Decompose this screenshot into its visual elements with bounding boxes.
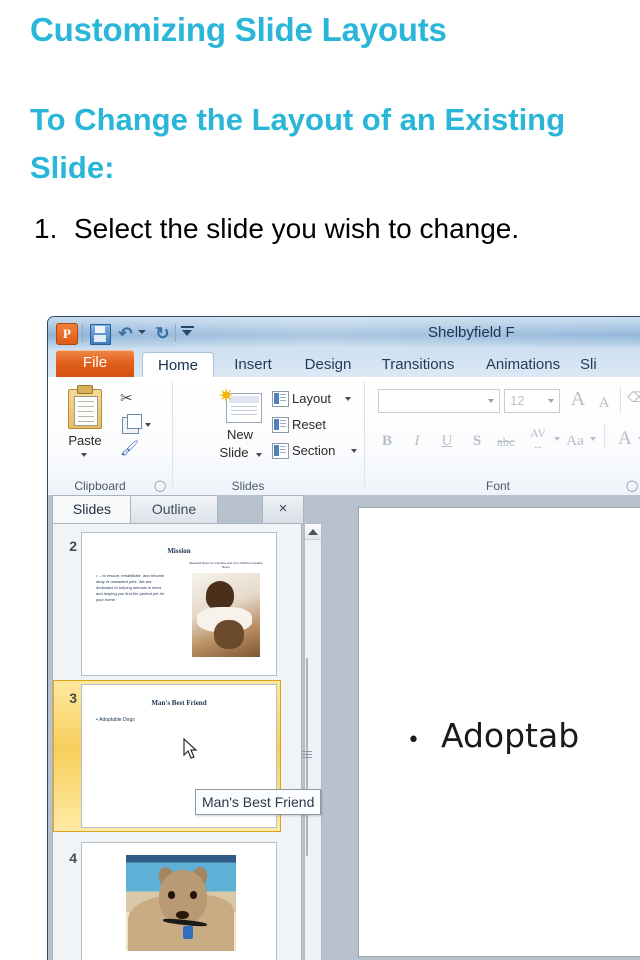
text-shadow-button[interactable]: S <box>466 431 488 451</box>
tab-home[interactable]: Home <box>142 352 214 379</box>
thumbnail-number: 3 <box>69 690 77 706</box>
reset-icon <box>272 417 289 433</box>
scrollbar-thumb[interactable] <box>302 658 312 856</box>
list-item-text: Select the slide you wish to change. <box>74 213 520 244</box>
change-case-caret-icon[interactable] <box>590 437 596 441</box>
underline-button[interactable]: U <box>436 431 458 451</box>
font-name-input[interactable] <box>378 389 500 413</box>
italic-button[interactable]: I <box>406 431 428 451</box>
tab-slides-pane[interactable]: Slides <box>52 495 132 525</box>
thumbnail-caption: Beautiful Boxer for Families and Your Fa… <box>189 561 263 569</box>
font-inner-separator <box>620 387 621 413</box>
title-bar: P ↶ ↻ Shelbyfield F <box>48 317 640 350</box>
powerpoint-window-screenshot: P ↶ ↻ Shelbyfield F File Home Insert Des… <box>47 316 640 960</box>
format-painter-icon[interactable]: 🖌 <box>120 439 139 457</box>
clear-formatting-icon[interactable]: ⌫ <box>626 389 640 409</box>
tab-file[interactable]: File <box>56 350 134 377</box>
tab-transitions[interactable]: Transitions <box>370 352 466 378</box>
instruction-list: 1. Select the slide you wish to change. <box>34 205 614 253</box>
document-title: Shelbyfield F <box>428 324 515 341</box>
thumbnail-image-person-kitten <box>192 573 260 657</box>
layout-dropdown-caret-icon[interactable] <box>345 397 351 401</box>
group-label-clipboard: Clipboard <box>74 479 126 493</box>
new-slide-icon[interactable]: ✷ <box>218 387 262 425</box>
paste-icon[interactable] <box>66 385 102 429</box>
font-name-caret-icon[interactable] <box>488 399 494 403</box>
slide-body-bullet[interactable]: • Adoptab <box>407 716 579 755</box>
page-title: Customizing Slide Layouts <box>30 11 447 48</box>
slide-thumbnail-pane[interactable]: 2 Mission • …to rescue, rehabilitate, an… <box>52 523 302 960</box>
thumbnail-number: 2 <box>69 538 77 554</box>
thumbnail-body: • Adoptable Dogs <box>96 717 135 723</box>
section-subtitle: To Change the Layout of an Existing Slid… <box>30 102 566 185</box>
thumbnail-slide-4[interactable] <box>81 842 277 960</box>
copy-dropdown-caret-icon[interactable] <box>145 423 151 427</box>
undo-dropdown-caret-icon[interactable] <box>138 330 146 334</box>
section-icon <box>272 443 289 459</box>
close-pane-icon[interactable]: × <box>262 495 304 525</box>
thumbnail-slide-2[interactable]: Mission • …to rescue, rehabilitate, and … <box>81 532 277 676</box>
scrollbar-grip-icon <box>302 751 312 760</box>
ribbon: Paste ✂ 🖌 Clipboard ◯ ✷ New Slide Layout <box>48 377 640 496</box>
mouse-cursor-icon <box>183 738 198 759</box>
grow-font-button[interactable]: A <box>566 389 590 409</box>
tab-outline-pane[interactable]: Outline <box>130 495 218 525</box>
new-slide-dropdown-caret-icon[interactable] <box>256 453 262 457</box>
font-inner-separator-2 <box>604 425 605 449</box>
list-item-number: 1. <box>34 213 58 244</box>
group-separator-2 <box>364 381 365 486</box>
list-item[interactable]: 4 <box>53 838 287 960</box>
tab-design[interactable]: Design <box>292 352 364 378</box>
bold-button[interactable]: B <box>376 431 398 451</box>
group-label-slides: Slides <box>231 479 265 493</box>
qat-separator-2 <box>175 324 176 342</box>
thumbnail-title: Mission <box>167 547 191 555</box>
slide-pane-scrollbar[interactable] <box>302 523 322 960</box>
change-case-button[interactable]: Aa <box>562 431 588 451</box>
font-size-input[interactable]: 12 <box>504 389 560 413</box>
thumbnail-image-dog-beach <box>126 855 236 951</box>
font-size-caret-icon[interactable] <box>548 399 554 403</box>
slide-editing-area[interactable]: • Adoptab <box>358 507 640 957</box>
new-slide-label-line1[interactable]: New <box>208 427 272 442</box>
customize-qat-icon[interactable] <box>181 326 194 340</box>
layout-icon <box>272 391 289 407</box>
paste-dropdown-caret-icon[interactable] <box>81 453 87 457</box>
redo-icon[interactable]: ↻ <box>153 324 172 343</box>
thumbnail-number: 4 <box>69 850 77 866</box>
slide-page: Customizing Slide Layouts To Change the … <box>0 0 640 960</box>
tab-animations[interactable]: Animations <box>476 352 570 378</box>
character-spacing-button[interactable]: AV ↔ <box>524 427 552 452</box>
thumbnail-body: • …to rescue, rehabilitate, and rehome s… <box>96 573 165 602</box>
font-dialog-launcher[interactable]: ◯ <box>626 481 638 492</box>
copy-icon[interactable] <box>122 414 142 434</box>
undo-icon[interactable]: ↶ <box>116 324 135 343</box>
powerpoint-logo-icon[interactable]: P <box>56 323 78 345</box>
strikethrough-button[interactable]: abc <box>492 432 520 452</box>
ribbon-tab-strip: File Home Insert Design Transitions Anim… <box>48 350 640 379</box>
thumbnail-title: Man's Best Friend <box>151 699 207 707</box>
cut-icon[interactable]: ✂ <box>120 389 133 407</box>
shrink-font-button[interactable]: A <box>594 393 614 413</box>
tab-slide-show[interactable]: Sli <box>580 352 636 378</box>
list-item[interactable]: 2 Mission • …to rescue, rehabilitate, an… <box>53 528 287 680</box>
character-spacing-caret-icon[interactable] <box>554 437 560 441</box>
group-separator-1 <box>172 381 173 486</box>
paste-button-label[interactable]: Paste <box>56 433 114 448</box>
group-label-font: Font <box>485 479 510 493</box>
section-dropdown-caret-icon[interactable] <box>351 449 357 453</box>
workspace: Slides Outline × 2 Mission • …to rescue,… <box>48 495 640 960</box>
list-item: 1. Select the slide you wish to change. <box>34 205 614 253</box>
tab-insert[interactable]: Insert <box>220 352 286 378</box>
scroll-up-arrow-icon[interactable] <box>305 524 321 540</box>
thumbnail-tooltip: Man's Best Friend <box>195 789 322 815</box>
qat-separator <box>82 324 83 342</box>
font-color-button[interactable]: A <box>614 429 636 449</box>
save-icon[interactable] <box>90 324 111 345</box>
clipboard-dialog-launcher[interactable]: ◯ <box>154 481 166 492</box>
